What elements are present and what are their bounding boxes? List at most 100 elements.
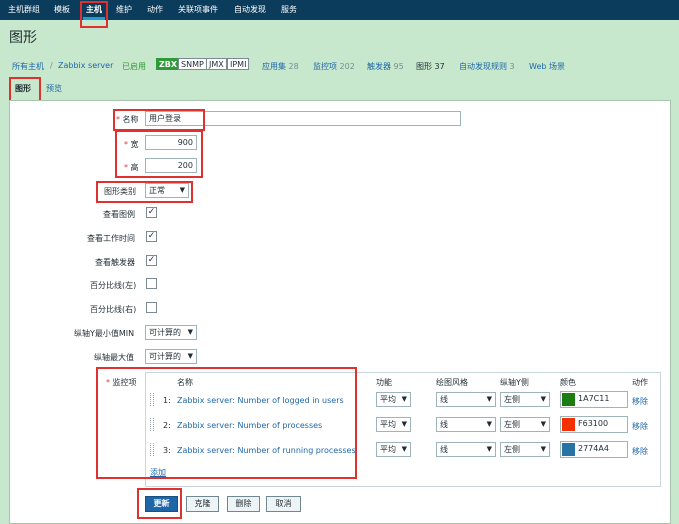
show-working-time-checkbox[interactable]: ✓ bbox=[146, 231, 157, 242]
badge-jmx: JMX bbox=[206, 58, 227, 70]
color-swatch[interactable] bbox=[562, 418, 575, 431]
nav-event-correlation[interactable]: 关联项事件 bbox=[178, 0, 218, 20]
show-legend-label: 查看图例 bbox=[103, 210, 135, 219]
item-name-link[interactable]: Zabbix server: Number of logged in users bbox=[177, 396, 344, 405]
chevron-down-icon: ▼ bbox=[401, 420, 407, 428]
show-triggers-checkbox[interactable]: ✓ bbox=[146, 255, 157, 266]
ymax-select[interactable]: 可计算的 ▼ bbox=[145, 349, 197, 364]
chevron-down-icon: ▼ bbox=[540, 445, 546, 453]
chevron-down-icon: ▼ bbox=[486, 445, 492, 453]
draw-style-select[interactable]: 线 ▼ bbox=[436, 442, 496, 457]
chevron-down-icon: ▼ bbox=[486, 420, 492, 428]
col-draw-style: 绘图风格 bbox=[436, 378, 468, 387]
chevron-down-icon: ▼ bbox=[401, 395, 407, 403]
subnav-graphs[interactable]: 图形 37 bbox=[416, 61, 445, 72]
delete-button[interactable]: 删除 bbox=[227, 496, 260, 512]
tabs-bar bbox=[0, 79, 679, 101]
subnav-applications[interactable]: 应用集 28 bbox=[262, 61, 299, 72]
breadcrumb-host[interactable]: Zabbix server bbox=[58, 61, 113, 70]
chevron-down-icon: ▼ bbox=[187, 352, 193, 360]
name-label: * 名称 bbox=[116, 115, 139, 124]
y-side-select[interactable]: 左侧 ▼ bbox=[500, 442, 550, 457]
show-triggers-label: 查看触发器 bbox=[95, 258, 135, 267]
graph-type-label: 图形类别 bbox=[104, 187, 136, 196]
chevron-down-icon: ▼ bbox=[401, 445, 407, 453]
color-picker[interactable]: 1A7C11 bbox=[560, 391, 628, 408]
tab-preview[interactable]: 预览 bbox=[46, 83, 62, 94]
drag-handle-icon[interactable] bbox=[150, 418, 154, 431]
nav-host-groups[interactable]: 主机群组 bbox=[8, 0, 40, 20]
function-select[interactable]: 平均 ▼ bbox=[376, 417, 411, 432]
draw-style-select[interactable]: 线 ▼ bbox=[436, 417, 496, 432]
row-number: 1: bbox=[163, 396, 171, 405]
breadcrumb-separator: / bbox=[50, 61, 53, 70]
drag-handle-icon[interactable] bbox=[150, 443, 154, 456]
nav-templates[interactable]: 模板 bbox=[54, 0, 70, 20]
percent-left-label: 百分比线(左) bbox=[90, 281, 137, 290]
percent-right-checkbox[interactable] bbox=[146, 302, 157, 313]
function-select[interactable]: 平均 ▼ bbox=[376, 392, 411, 407]
chevron-down-icon: ▼ bbox=[179, 186, 185, 194]
col-function: 功能 bbox=[376, 378, 392, 387]
items-label: * 监控项 bbox=[106, 378, 137, 387]
col-y-side: 纵轴Y侧 bbox=[500, 378, 529, 387]
add-item-link[interactable]: 添加 bbox=[150, 467, 166, 478]
badge-ipmi: IPMI bbox=[227, 58, 250, 70]
host-status[interactable]: 已启用 bbox=[122, 61, 146, 72]
chevron-down-icon: ▼ bbox=[540, 420, 546, 428]
col-name: 名称 bbox=[177, 378, 193, 387]
page-title: 图形 bbox=[9, 30, 37, 46]
name-input[interactable]: 用户登录 bbox=[145, 111, 461, 126]
width-input[interactable]: 900 bbox=[145, 135, 197, 150]
row-number: 3: bbox=[163, 446, 171, 455]
top-nav: 主机群组 模板 主机 维护 动作 关联项事件 自动发现 服务 bbox=[0, 0, 679, 20]
col-action: 动作 bbox=[632, 378, 648, 387]
draw-style-select[interactable]: 线 ▼ bbox=[436, 392, 496, 407]
show-working-time-label: 查看工作时间 bbox=[87, 234, 135, 243]
subnav-web-scenarios[interactable]: Web 场景 bbox=[529, 61, 565, 72]
color-swatch[interactable] bbox=[562, 443, 575, 456]
remove-link[interactable]: 移除 bbox=[632, 446, 648, 457]
nav-discovery[interactable]: 自动发现 bbox=[234, 0, 266, 20]
item-name-link[interactable]: Zabbix server: Number of processes bbox=[177, 421, 322, 430]
remove-link[interactable]: 移除 bbox=[632, 396, 648, 407]
width-label: * 宽 bbox=[124, 140, 139, 149]
function-select[interactable]: 平均 ▼ bbox=[376, 442, 411, 457]
height-label: * 高 bbox=[124, 163, 139, 172]
breadcrumb-all-hosts[interactable]: 所有主机 bbox=[12, 61, 44, 72]
item-name-link[interactable]: Zabbix server: Number of running process… bbox=[177, 446, 356, 455]
cancel-button[interactable]: 取消 bbox=[266, 496, 301, 512]
ymax-label: 纵轴最大值 bbox=[94, 353, 134, 362]
nav-maintenance[interactable]: 维护 bbox=[116, 0, 132, 20]
subnav-discovery-rules[interactable]: 自动发现规则 3 bbox=[459, 61, 515, 72]
color-swatch[interactable] bbox=[562, 393, 575, 406]
color-picker[interactable]: F63100 bbox=[560, 416, 628, 433]
show-legend-checkbox[interactable]: ✓ bbox=[146, 207, 157, 218]
badge-snmp: SNMP bbox=[178, 58, 207, 70]
percent-right-label: 百分比线(右) bbox=[90, 305, 137, 314]
height-input[interactable]: 200 bbox=[145, 158, 197, 173]
drag-handle-icon[interactable] bbox=[150, 393, 154, 406]
percent-left-checkbox[interactable] bbox=[146, 278, 157, 289]
y-side-select[interactable]: 左侧 ▼ bbox=[500, 417, 550, 432]
y-side-select[interactable]: 左侧 ▼ bbox=[500, 392, 550, 407]
chevron-down-icon: ▼ bbox=[187, 328, 193, 336]
color-picker[interactable]: 2774A4 bbox=[560, 441, 628, 458]
ymin-select[interactable]: 可计算的 ▼ bbox=[145, 325, 197, 340]
nav-services[interactable]: 服务 bbox=[281, 0, 297, 20]
nav-actions[interactable]: 动作 bbox=[147, 0, 163, 20]
graph-type-select[interactable]: 正常 ▼ bbox=[145, 183, 189, 198]
tab-graph[interactable]: 图形 bbox=[15, 83, 31, 94]
subnav-triggers[interactable]: 触发器 95 bbox=[367, 61, 404, 72]
badge-zbx: ZBX bbox=[156, 58, 181, 70]
active-tab-indicator bbox=[83, 17, 105, 20]
ymin-label: 纵轴Y最小值MIN bbox=[74, 329, 135, 338]
row-number: 2: bbox=[163, 421, 171, 430]
update-button[interactable]: 更新 bbox=[145, 496, 178, 512]
clone-button[interactable]: 克隆 bbox=[186, 496, 219, 512]
remove-link[interactable]: 移除 bbox=[632, 421, 648, 432]
col-color: 颜色 bbox=[560, 378, 576, 387]
chevron-down-icon: ▼ bbox=[486, 395, 492, 403]
chevron-down-icon: ▼ bbox=[540, 395, 546, 403]
subnav-items[interactable]: 监控项 202 bbox=[313, 61, 355, 72]
